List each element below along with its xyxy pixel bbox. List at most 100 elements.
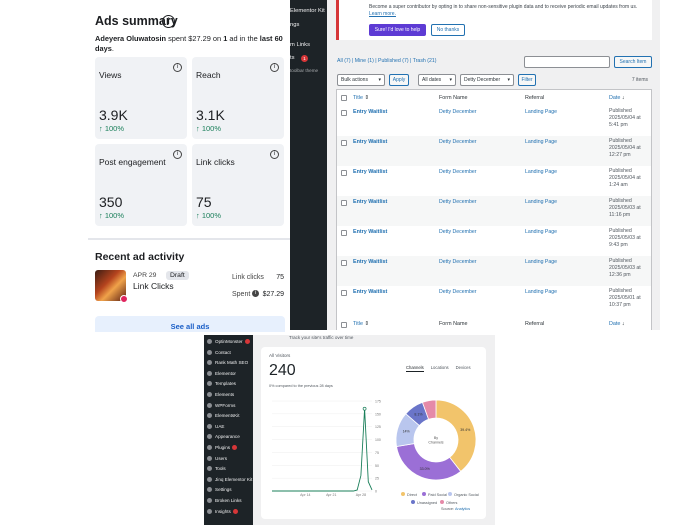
info-icon[interactable]: i: [162, 15, 175, 28]
search-button[interactable]: Search Item: [614, 56, 652, 68]
referral-link[interactable]: Landing Page: [525, 139, 557, 145]
sidebar-item[interactable]: WPForms: [207, 402, 235, 408]
row-checkbox[interactable]: [341, 290, 347, 296]
row-checkbox[interactable]: [341, 230, 347, 236]
sidebar-item-label: Plugins: [215, 445, 231, 450]
entry-title-link[interactable]: Entry Waitlist: [353, 169, 387, 175]
form-name-link[interactable]: Detty December: [439, 199, 476, 205]
comparison-text: 0% compared to the previous 28 days: [269, 384, 333, 388]
menu-icon: [207, 508, 212, 514]
sidebar-item[interactable]: Templates: [207, 381, 236, 387]
info-icon[interactable]: i: [270, 63, 279, 72]
select-all-checkbox-footer[interactable]: [341, 322, 347, 328]
sidebar-item[interactable]: toolbar theme: [290, 68, 318, 73]
optin-yes-button[interactable]: Sure! I'd love to help: [369, 24, 426, 36]
search-input[interactable]: [524, 56, 610, 68]
sidebar-item[interactable]: Jinq Elementor Kit: [207, 476, 252, 482]
donut-center-label: Channels: [428, 441, 443, 445]
legend-swatch: [411, 500, 415, 504]
row-checkbox[interactable]: [341, 110, 347, 116]
table-row: Entry Waitlist Detty December Landing Pa…: [337, 226, 651, 256]
sidebar-item[interactable]: Rank Math SEO: [207, 360, 248, 366]
referral-link[interactable]: Landing Page: [525, 199, 557, 205]
see-all-ads-button[interactable]: See all ads: [95, 316, 285, 332]
visitors-line-chart: 0 25 50 75 100 125 150 175 Apr 14 Apr 21 Apr 28: [272, 400, 381, 497]
menu-icon: [207, 349, 212, 355]
entry-title-link[interactable]: Entry Waitlist: [353, 109, 387, 115]
entry-title-link[interactable]: Entry Waitlist: [353, 229, 387, 235]
learn-more-link[interactable]: Learn more.: [369, 11, 396, 17]
sidebar-item[interactable]: UAE: [207, 423, 224, 429]
sidebar-item[interactable]: Tools: [207, 466, 226, 472]
sidebar-item[interactable]: Settings: [207, 487, 232, 493]
referral-link[interactable]: Landing Page: [525, 169, 557, 175]
select-all-checkbox[interactable]: [341, 95, 347, 101]
referral-link[interactable]: Landing Page: [525, 289, 557, 295]
form-name-link[interactable]: Detty December: [439, 169, 476, 175]
entry-date: Published 2025/05/04 at 12:27 pm: [609, 138, 641, 158]
sidebar-item[interactable]: Broken Links: [207, 498, 242, 503]
x-tick-label: Apr 21: [326, 493, 336, 497]
info-icon[interactable]: i: [270, 150, 279, 159]
entry-title-link[interactable]: Entry Waitlist: [353, 199, 387, 205]
referral-link[interactable]: Landing Page: [525, 259, 557, 265]
metric-change: ↑ 100%: [99, 124, 125, 133]
menu-icon: [207, 360, 212, 366]
column-header-form: Form Name: [439, 95, 468, 101]
column-header-title[interactable]: Title ⇕: [353, 95, 369, 101]
tab-devices[interactable]: Devices: [456, 365, 471, 370]
sidebar-item[interactable]: Plugins: [207, 445, 238, 450]
sidebar-item[interactable]: ngs: [290, 22, 299, 28]
entry-title-link[interactable]: Entry Waitlist: [353, 259, 387, 265]
form-filter-select[interactable]: Detty December: [460, 74, 514, 86]
referral-link[interactable]: Landing Page: [525, 229, 557, 235]
apply-button[interactable]: Apply: [389, 74, 409, 86]
optin-no-button[interactable]: No thanks: [431, 24, 465, 36]
ad-name[interactable]: Link Clicks: [133, 281, 174, 291]
sidebar-item[interactable]: m Links: [290, 42, 310, 48]
column-footer-title[interactable]: Title ⇕: [353, 321, 369, 327]
row-checkbox[interactable]: [341, 170, 347, 176]
date-filter-select[interactable]: All dates: [418, 74, 456, 86]
entry-title-link[interactable]: Entry Waitlist: [353, 289, 387, 295]
status-filter-links[interactable]: All (7) | Mine (1) | Published (7) | Tra…: [337, 58, 436, 64]
sidebar-item[interactable]: Users: [207, 455, 227, 461]
info-icon[interactable]: i: [173, 63, 182, 72]
ad-thumbnail[interactable]: [95, 270, 128, 303]
analytics-link[interactable]: Analytics: [455, 507, 470, 511]
column-header-referral: Referral: [525, 95, 545, 101]
form-name-link[interactable]: Detty December: [439, 109, 476, 115]
sidebar-item[interactable]: Appearance: [207, 434, 240, 440]
column-header-date[interactable]: Date ↓: [609, 95, 625, 101]
form-name-link[interactable]: Detty December: [439, 229, 476, 235]
sidebar-item[interactable]: Elementor: [207, 370, 236, 376]
sort-desc-icon: ↓: [621, 321, 625, 327]
sidebar-item-label: Templates: [215, 381, 236, 387]
info-icon[interactable]: i: [252, 290, 259, 297]
row-checkbox[interactable]: [341, 140, 347, 146]
info-icon[interactable]: i: [173, 150, 182, 159]
form-name-link[interactable]: Detty December: [439, 259, 476, 265]
notification-badge: 1: [301, 55, 308, 62]
sort-icon: ⇕: [364, 95, 370, 101]
form-name-link[interactable]: Detty December: [439, 289, 476, 295]
row-checkbox[interactable]: [341, 260, 347, 266]
filter-button[interactable]: Filter: [518, 74, 536, 86]
metric-value: 3.9K: [99, 107, 128, 123]
sidebar-item[interactable]: Contact: [207, 349, 231, 355]
sidebar-item[interactable]: Insights: [207, 508, 238, 514]
tab-locations[interactable]: Locations: [431, 365, 449, 370]
sidebar-item[interactable]: Elements: [207, 392, 234, 397]
sidebar-item[interactable]: OptinMonster: [207, 339, 250, 344]
visitors-card: All Visitors 240 0% compared to the prev…: [261, 347, 486, 519]
column-footer-date[interactable]: Date ↓: [609, 321, 625, 327]
sidebar-item[interactable]: Elementor Kit: [290, 8, 325, 14]
referral-link[interactable]: Landing Page: [525, 109, 557, 115]
sidebar-item[interactable]: ts: [290, 55, 295, 61]
sidebar-item[interactable]: ElementsKit: [207, 413, 240, 419]
form-name-link[interactable]: Detty December: [439, 139, 476, 145]
row-checkbox[interactable]: [341, 200, 347, 206]
tab-channels[interactable]: Channels: [406, 365, 424, 372]
bulk-actions-select[interactable]: Bulk actions: [337, 74, 385, 86]
entry-title-link[interactable]: Entry Waitlist: [353, 139, 387, 145]
